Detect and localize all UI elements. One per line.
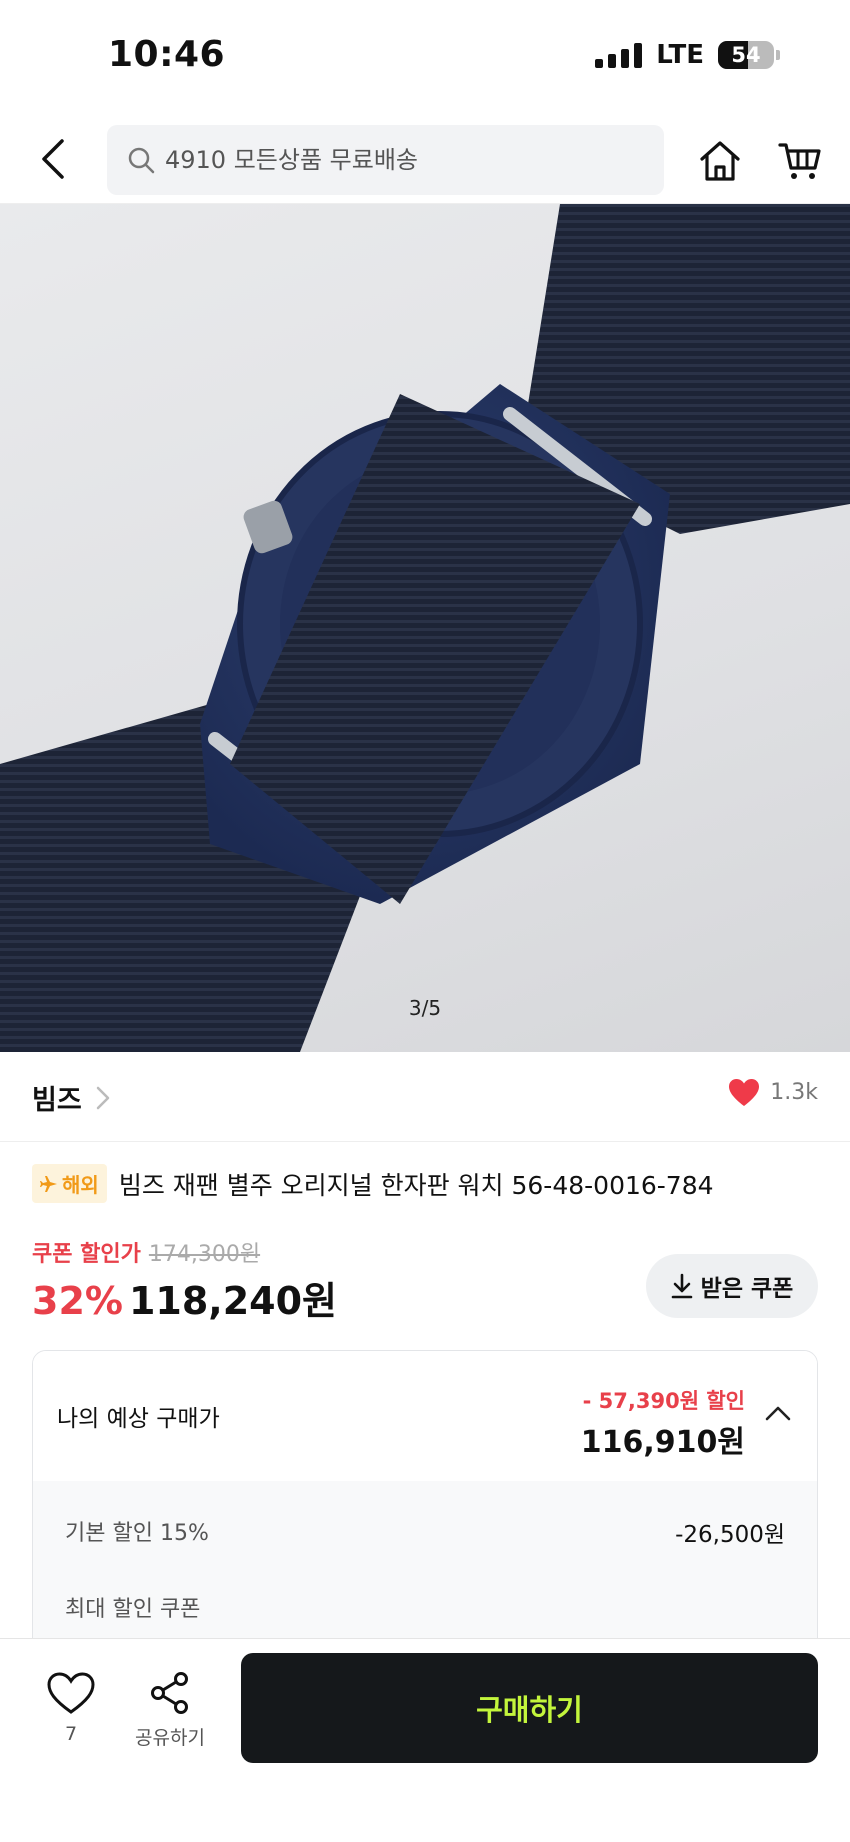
share-icon xyxy=(151,1672,188,1714)
heart-filled-icon xyxy=(729,1079,760,1106)
brand-name: 빔즈 xyxy=(32,1085,82,1116)
battery-level: 54 xyxy=(731,43,761,67)
home-icon xyxy=(700,141,740,181)
status-indicators: LTE 54 xyxy=(595,40,780,70)
coupon-price-row: 쿠폰 할인가 174,300원 xyxy=(32,1236,260,1268)
max-coupon-row: 최대 할인 쿠폰 xyxy=(65,1591,785,1623)
status-bar: 10:46 LTE 54 xyxy=(0,0,850,118)
max-coupon-label: 최대 할인 쿠폰 xyxy=(65,1597,201,1622)
brand-like[interactable]: 1.3k xyxy=(728,1078,818,1107)
overseas-badge-label: 해외 xyxy=(62,1173,99,1197)
base-discount-label: 기본 할인 15% xyxy=(65,1521,209,1546)
cart-icon xyxy=(778,143,821,179)
product-title: 빔즈 재팬 별주 오리지널 한자판 워치 56-48-0016-784 xyxy=(118,1170,714,1200)
search-input[interactable] xyxy=(165,146,635,174)
received-coupon-label: 받은 쿠폰 xyxy=(700,1276,794,1302)
wishlist-button[interactable]: 7 xyxy=(42,1671,100,1745)
original-price: 174,300원 xyxy=(148,1242,261,1267)
top-nav xyxy=(0,118,850,204)
share-button[interactable]: 공유하기 xyxy=(130,1671,210,1750)
chevron-right-icon xyxy=(96,1086,109,1109)
battery-icon: 54 xyxy=(718,41,774,69)
expected-price: 116,910원 xyxy=(580,1425,745,1460)
expected-discount: - 57,390원 할인 xyxy=(582,1389,745,1413)
heart-outline-icon xyxy=(47,1672,95,1714)
expected-price-label: 나의 예상 구매가 xyxy=(57,1406,220,1432)
chevron-up-icon[interactable] xyxy=(765,1405,791,1421)
sale-price: 118,240원 xyxy=(128,1279,338,1323)
chevron-left-icon xyxy=(42,139,64,179)
sale-price-row: 32% 118,240원 xyxy=(32,1270,337,1325)
base-discount-row: 기본 할인 15% -26,500원 xyxy=(65,1515,785,1549)
watch-image xyxy=(0,204,850,1052)
download-icon xyxy=(671,1273,692,1299)
overseas-badge: 해외 xyxy=(32,1164,107,1203)
back-button[interactable] xyxy=(28,134,78,184)
brand-link[interactable]: 빔즈 xyxy=(32,1078,110,1117)
base-discount-value: -26,500원 xyxy=(675,1522,785,1548)
share-label: 공유하기 xyxy=(135,1727,205,1749)
airplane-icon xyxy=(40,1175,57,1192)
bottom-action-bar: 7 공유하기 구매하기 xyxy=(0,1638,850,1842)
like-count: 1.3k xyxy=(770,1080,818,1105)
wishlist-count: 7 xyxy=(64,1723,78,1745)
brand-row: 빔즈 1.3k xyxy=(0,1052,850,1142)
search-bar[interactable] xyxy=(107,125,664,195)
battery-tip xyxy=(776,50,780,60)
discount-rate: 32% xyxy=(32,1279,123,1323)
signal-icon xyxy=(595,42,643,68)
product-title-row: 해외 빔즈 재팬 별주 오리지널 한자판 워치 56-48-0016-784 xyxy=(32,1164,832,1203)
cart-button[interactable] xyxy=(772,134,828,188)
buy-button[interactable]: 구매하기 xyxy=(241,1653,818,1763)
home-button[interactable] xyxy=(692,134,748,188)
network-type: LTE xyxy=(656,40,704,70)
image-counter: 3/5 xyxy=(408,996,442,1020)
expected-price-header[interactable]: 나의 예상 구매가 - 57,390원 할인 116,910원 xyxy=(33,1351,817,1481)
search-icon xyxy=(128,147,155,174)
product-image-gallery[interactable]: 3/5 xyxy=(0,204,850,1052)
received-coupon-button[interactable]: 받은 쿠폰 xyxy=(646,1254,818,1318)
status-time: 10:46 xyxy=(108,34,226,75)
coupon-price-label: 쿠폰 할인가 xyxy=(32,1242,141,1267)
